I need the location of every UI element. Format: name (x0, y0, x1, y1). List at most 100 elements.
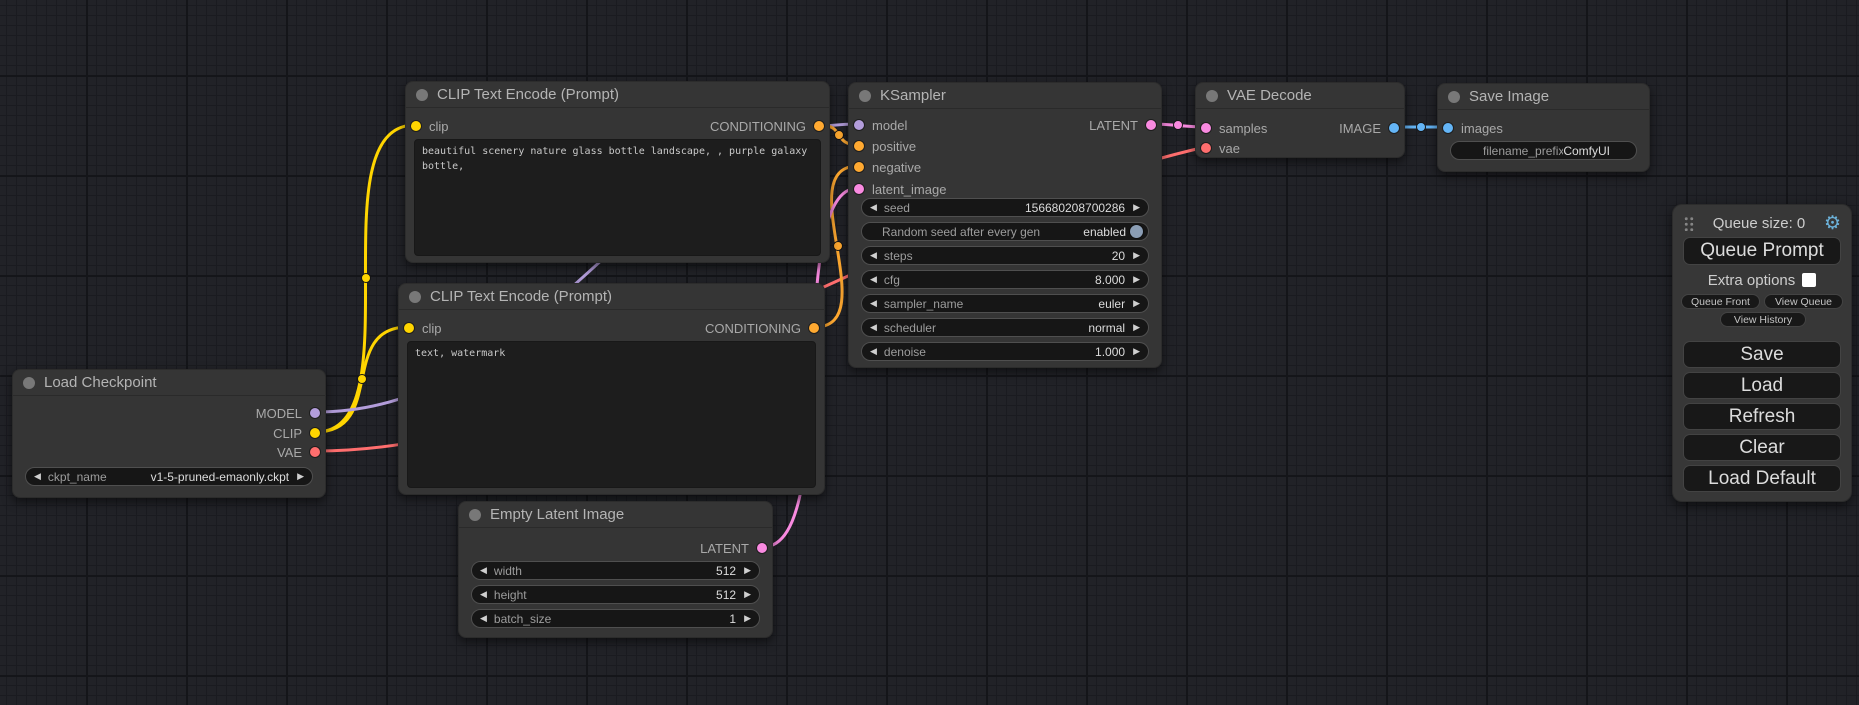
decrement-arrow-icon[interactable]: ◀ (870, 251, 877, 260)
link-midpoint-dot (834, 242, 843, 251)
widget-seed[interactable]: ◀ seed 156680208700286 ▶ (861, 198, 1149, 217)
input-slot-clip[interactable]: clip (404, 318, 442, 338)
decrement-arrow-icon[interactable]: ◀ (480, 590, 487, 599)
input-port-icon[interactable] (404, 323, 414, 333)
input-slot-negative[interactable]: negative (854, 157, 921, 177)
output-slot-conditioning[interactable]: CONDITIONING (705, 318, 819, 338)
decrement-arrow-icon[interactable]: ◀ (870, 323, 877, 332)
toggle-icon[interactable] (1130, 225, 1143, 238)
node-status-dot-icon (469, 509, 481, 521)
output-slot-vae[interactable]: VAE (277, 442, 320, 462)
input-port-icon[interactable] (411, 121, 421, 131)
increment-arrow-icon[interactable]: ▶ (1133, 347, 1140, 356)
widget-steps[interactable]: ◀ steps 20 ▶ (861, 246, 1149, 265)
increment-arrow-icon[interactable]: ▶ (297, 472, 304, 481)
output-port-icon[interactable] (757, 543, 767, 553)
node-empty-latent-image[interactable]: Empty Latent Image LATENT ◀ width 512 ▶ … (458, 501, 773, 638)
input-slot-vae[interactable]: vae (1201, 138, 1240, 158)
widget-denoise[interactable]: ◀ denoise 1.000 ▶ (861, 342, 1149, 361)
widget-random-seed-toggle[interactable]: Random seed after every gen enabled (861, 222, 1149, 241)
increment-arrow-icon[interactable]: ▶ (1133, 203, 1140, 212)
increment-arrow-icon[interactable]: ▶ (744, 614, 751, 623)
node-vae-decode[interactable]: VAE Decode samples vae IMAGE (1195, 82, 1405, 158)
node-title-bar[interactable]: CLIP Text Encode (Prompt) (406, 82, 829, 108)
comfyui-canvas[interactable]: { "colors": { "model": "#B39DDB", "clip"… (0, 0, 1859, 705)
load-default-button[interactable]: Load Default (1683, 465, 1841, 492)
decrement-arrow-icon[interactable]: ◀ (870, 347, 877, 356)
increment-arrow-icon[interactable]: ▶ (1133, 299, 1140, 308)
node-title-bar[interactable]: Load Checkpoint (13, 370, 325, 396)
decrement-arrow-icon[interactable]: ◀ (870, 299, 877, 308)
node-load-checkpoint[interactable]: Load Checkpoint MODEL CLIP VAE ◀ ckpt_na… (12, 369, 326, 498)
output-slot-latent[interactable]: LATENT (1089, 115, 1156, 135)
output-slot-model[interactable]: MODEL (256, 403, 320, 423)
node-clip-text-encode-negative[interactable]: CLIP Text Encode (Prompt) clip CONDITION… (398, 283, 825, 495)
input-port-icon[interactable] (854, 184, 864, 194)
input-slot-latent-image[interactable]: latent_image (854, 179, 946, 199)
output-port-icon[interactable] (1146, 120, 1156, 130)
refresh-button[interactable]: Refresh (1683, 403, 1841, 430)
input-port-icon[interactable] (1201, 123, 1211, 133)
output-port-icon[interactable] (809, 323, 819, 333)
decrement-arrow-icon[interactable]: ◀ (870, 275, 877, 284)
increment-arrow-icon[interactable]: ▶ (744, 590, 751, 599)
input-slot-samples[interactable]: samples (1201, 118, 1267, 138)
output-slot-clip[interactable]: CLIP (273, 423, 320, 443)
decrement-arrow-icon[interactable]: ◀ (34, 472, 41, 481)
extra-options-checkbox[interactable] (1802, 273, 1816, 287)
input-port-icon[interactable] (1201, 143, 1211, 153)
input-slot-images[interactable]: images (1443, 118, 1503, 138)
prompt-textarea[interactable]: text, watermark (407, 341, 816, 488)
queue-front-button[interactable]: Queue Front (1681, 294, 1760, 309)
queue-panel[interactable]: Queue size: 0 ⚙ Queue Prompt Extra optio… (1672, 204, 1852, 502)
increment-arrow-icon[interactable]: ▶ (744, 566, 751, 575)
input-slot-positive[interactable]: positive (854, 136, 916, 156)
input-port-icon[interactable] (854, 162, 864, 172)
node-clip-text-encode-positive[interactable]: CLIP Text Encode (Prompt) clip CONDITION… (405, 81, 830, 263)
widget-batch-size[interactable]: ◀ batch_size 1 ▶ (471, 609, 760, 628)
widget-scheduler[interactable]: ◀ scheduler normal ▶ (861, 318, 1149, 337)
node-save-image[interactable]: Save Image images filename_prefix ComfyU… (1437, 83, 1650, 172)
output-port-icon[interactable] (1389, 123, 1399, 133)
save-button[interactable]: Save (1683, 341, 1841, 368)
decrement-arrow-icon[interactable]: ◀ (480, 566, 487, 575)
widget-width[interactable]: ◀ width 512 ▶ (471, 561, 760, 580)
node-title-bar[interactable]: Save Image (1438, 84, 1649, 110)
load-button[interactable]: Load (1683, 372, 1841, 399)
node-title-bar[interactable]: KSampler (849, 83, 1161, 109)
node-ksampler[interactable]: KSampler model positive negative latent_… (848, 82, 1162, 368)
node-title-bar[interactable]: CLIP Text Encode (Prompt) (399, 284, 824, 310)
increment-arrow-icon[interactable]: ▶ (1133, 323, 1140, 332)
output-slot-image[interactable]: IMAGE (1339, 118, 1399, 138)
view-queue-button[interactable]: View Queue (1764, 294, 1843, 309)
input-port-icon[interactable] (854, 141, 864, 151)
clear-button[interactable]: Clear (1683, 434, 1841, 461)
output-slot-latent[interactable]: LATENT (700, 538, 767, 558)
node-title-bar[interactable]: Empty Latent Image (459, 502, 772, 528)
view-history-button[interactable]: View History (1720, 312, 1806, 327)
prompt-textarea[interactable]: beautiful scenery nature glass bottle la… (414, 139, 821, 256)
drag-handle-icon[interactable] (1683, 215, 1694, 231)
input-port-icon[interactable] (854, 120, 864, 130)
queue-prompt-button[interactable]: Queue Prompt (1683, 237, 1841, 265)
output-port-icon[interactable] (310, 447, 320, 457)
node-title-bar[interactable]: VAE Decode (1196, 83, 1404, 109)
node-title: CLIP Text Encode (Prompt) (437, 86, 619, 103)
increment-arrow-icon[interactable]: ▶ (1133, 275, 1140, 284)
widget-sampler-name[interactable]: ◀ sampler_name euler ▶ (861, 294, 1149, 313)
gear-icon[interactable]: ⚙ (1824, 214, 1841, 233)
decrement-arrow-icon[interactable]: ◀ (870, 203, 877, 212)
widget-filename-prefix[interactable]: filename_prefix ComfyUI (1450, 141, 1637, 160)
input-port-icon[interactable] (1443, 123, 1453, 133)
output-port-icon[interactable] (814, 121, 824, 131)
output-slot-conditioning[interactable]: CONDITIONING (710, 116, 824, 136)
input-slot-clip[interactable]: clip (411, 116, 449, 136)
output-port-icon[interactable] (310, 408, 320, 418)
widget-cfg[interactable]: ◀ cfg 8.000 ▶ (861, 270, 1149, 289)
widget-height[interactable]: ◀ height 512 ▶ (471, 585, 760, 604)
output-port-icon[interactable] (310, 428, 320, 438)
increment-arrow-icon[interactable]: ▶ (1133, 251, 1140, 260)
decrement-arrow-icon[interactable]: ◀ (480, 614, 487, 623)
widget-ckpt-name[interactable]: ◀ ckpt_name v1-5-pruned-emaonly.ckpt ▶ (25, 467, 313, 486)
input-slot-model[interactable]: model (854, 115, 907, 135)
